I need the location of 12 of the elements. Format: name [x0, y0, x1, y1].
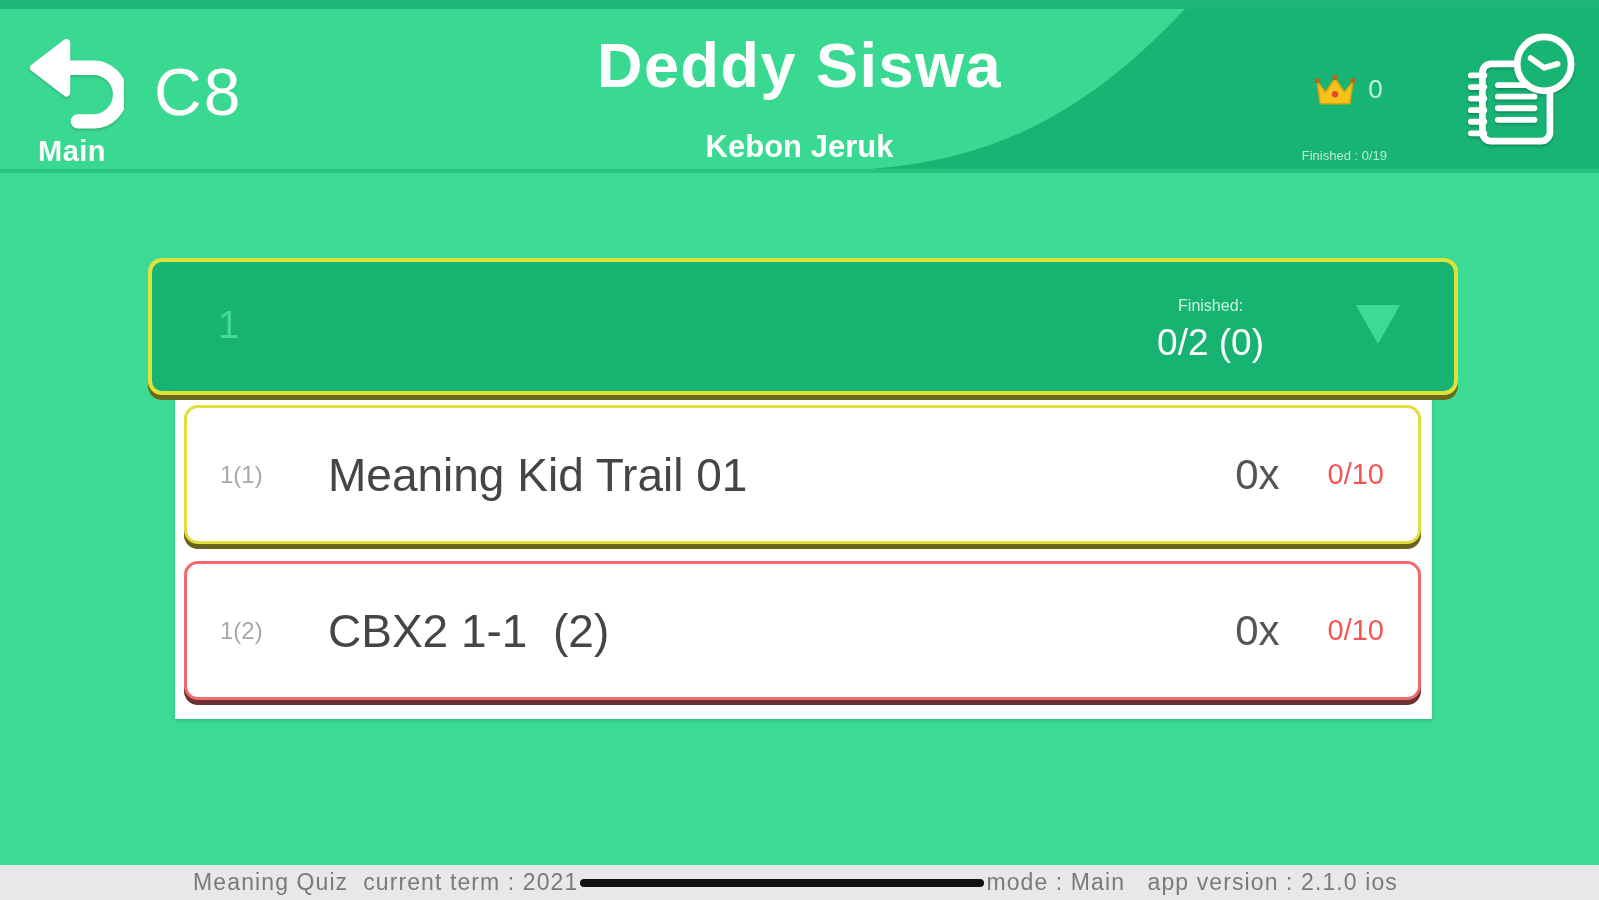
level-label: C8: [154, 59, 243, 125]
history-button[interactable]: [1467, 31, 1575, 145]
finished-value: 0/2 (0): [1157, 324, 1264, 361]
finished-total: Finished : 0/19: [1301, 149, 1387, 162]
undo-arrow-icon: [28, 39, 124, 131]
notebook-clock-icon: [1467, 31, 1575, 145]
finished-label: Finished:: [1178, 298, 1243, 314]
crown-icon: [1314, 73, 1357, 105]
footer-text: Meaning Quiz current term : 2021: [193, 871, 579, 894]
school-name: Kebon Jeruk: [705, 131, 894, 162]
footer-text: mode : Main app version : 2.1.0 ios: [986, 871, 1398, 894]
crown-count: 0: [1368, 76, 1383, 102]
